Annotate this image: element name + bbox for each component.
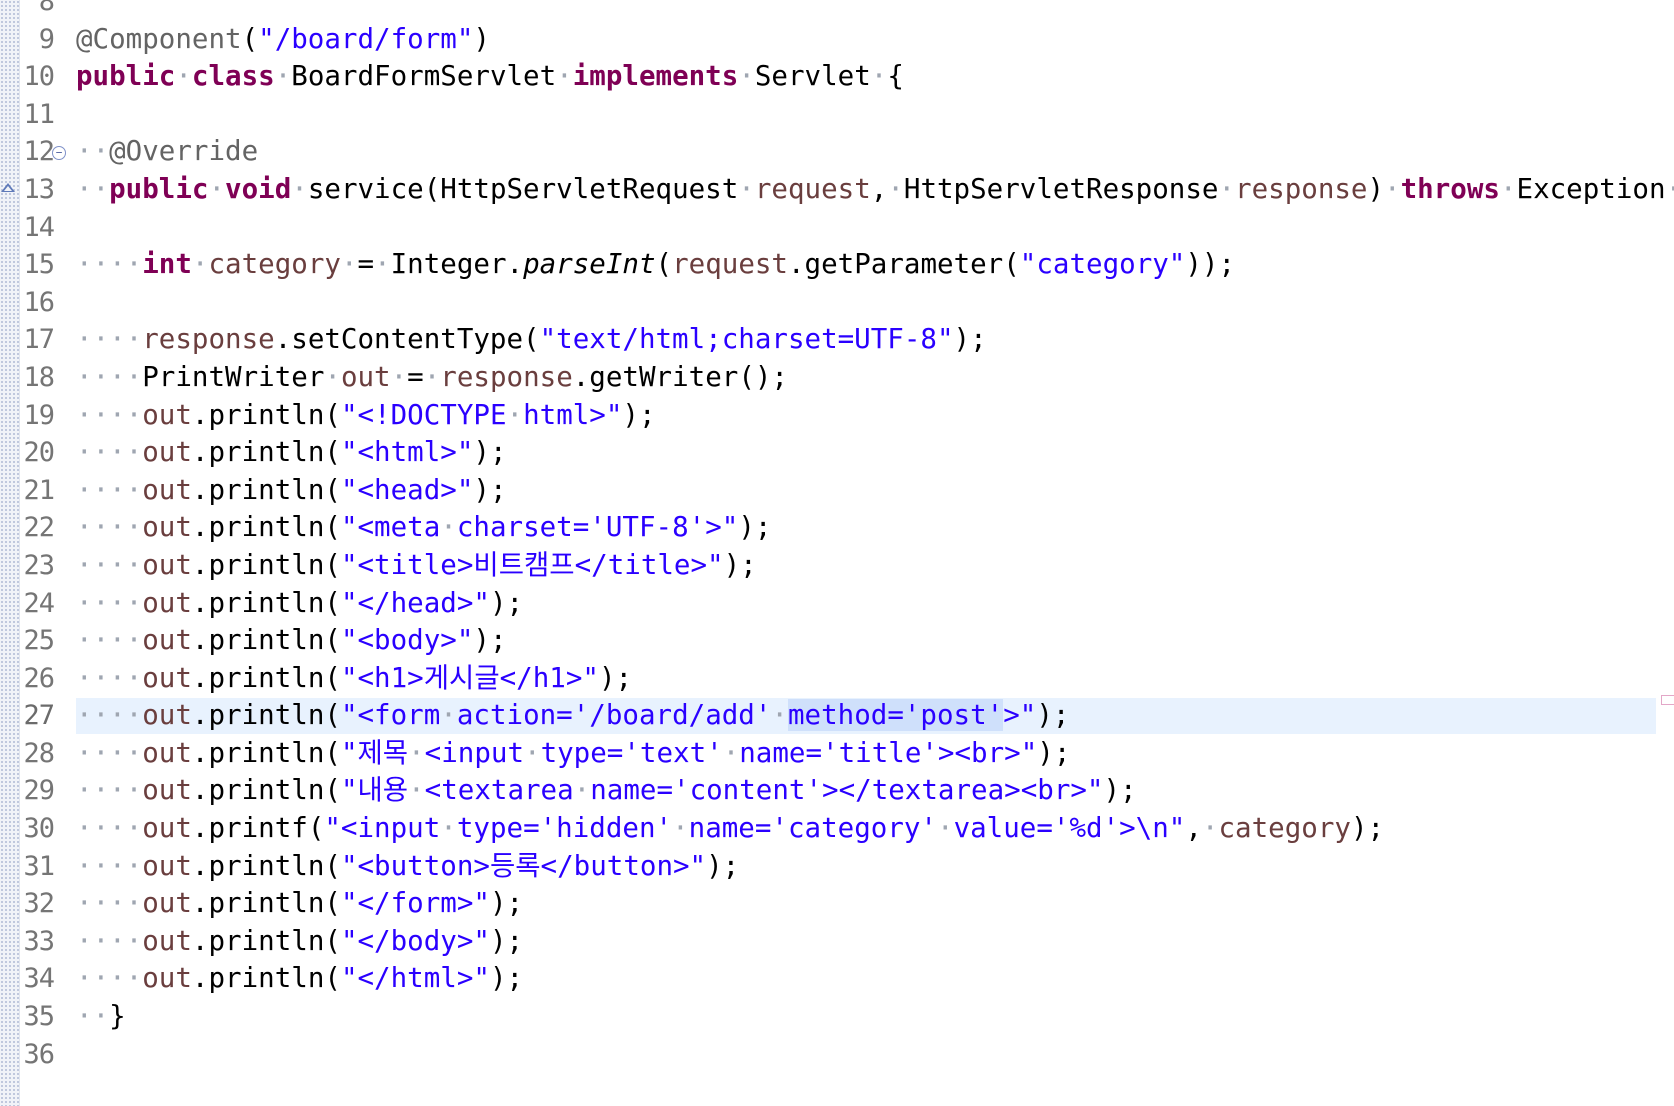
line-number[interactable]: 15	[20, 246, 55, 284]
code-line[interactable]: 16	[0, 284, 1674, 322]
code-line[interactable]: 19 ····out.println("<!DOCTYPE·html>");	[0, 397, 1674, 435]
code-line[interactable]: 29 ····out.println("내용·<textarea·name='co…	[0, 772, 1674, 810]
code-line[interactable]: 24 ····out.println("</head>");	[0, 585, 1674, 623]
line-number[interactable]: 9	[20, 21, 55, 59]
code-text[interactable]: ····out.println("<title>비트캠프</title>");	[76, 547, 757, 585]
line-number[interactable]: 35	[20, 998, 55, 1036]
code-text[interactable]: ····out.println("<head>");	[76, 472, 507, 510]
code-line[interactable]: 9 @Component("/board/form")	[0, 21, 1674, 59]
line-number[interactable]: 33	[20, 923, 55, 961]
code-text[interactable]: ····out.println("내용·<textarea·name='cont…	[76, 772, 1137, 810]
code-text[interactable]: ····out.printf("<input·type='hidden'·nam…	[76, 810, 1384, 848]
code-line[interactable]: 25 ····out.println("<body>");	[0, 622, 1674, 660]
line-number[interactable]: 13	[20, 171, 55, 209]
code-text[interactable]: ····out.println("</form>");	[76, 885, 523, 923]
code-text[interactable]: ····PrintWriter·out·=·response.getWriter…	[76, 359, 788, 397]
line-number[interactable]: 21	[20, 472, 55, 510]
line-number[interactable]: 14	[20, 209, 55, 247]
text-selection: method='post'	[787, 699, 1004, 732]
code-text[interactable]: ····out.println("제목·<input·type='text'·n…	[76, 735, 1070, 773]
code-line[interactable]: 27 ····out.println("<form·action='/board/…	[0, 695, 1674, 735]
code-text[interactable]: @Component("/board/form")	[76, 21, 490, 59]
code-text[interactable]: ····int·category·=·Integer.parseInt(requ…	[76, 246, 1235, 284]
line-number[interactable]: 23	[20, 547, 55, 585]
line-number[interactable]: 29	[20, 772, 55, 810]
line-number[interactable]: 28	[20, 735, 55, 773]
code-line[interactable]: 33 ····out.println("</body>");	[0, 923, 1674, 961]
line-number[interactable]: 12	[20, 133, 55, 171]
overview-ruler-marker[interactable]	[1661, 695, 1674, 706]
code-line[interactable]: 21 ····out.println("<head>");	[0, 472, 1674, 510]
code-line[interactable]: 30 ····out.printf("<input·type='hidden'·n…	[0, 810, 1674, 848]
line-number[interactable]: 24	[20, 585, 55, 623]
code-line[interactable]: 20 ····out.println("<html>");	[0, 434, 1674, 472]
code-line[interactable]: 11	[0, 96, 1674, 134]
code-line[interactable]: 18 ····PrintWriter·out·=·response.getWrit…	[0, 359, 1674, 397]
line-number[interactable]: 8	[20, 0, 55, 21]
code-line[interactable]: 31 ····out.println("<button>등록</button>")…	[0, 848, 1674, 886]
line-number[interactable]: 19	[20, 397, 55, 435]
code-line[interactable]: 14	[0, 209, 1674, 247]
code-text[interactable]: ····out.println("<!DOCTYPE·html>");	[76, 397, 656, 435]
code-area[interactable]: 8 9 @Component("/board/form") 10 public·clas…	[0, 0, 1674, 1073]
code-line[interactable]: 23 ····out.println("<title>비트캠프</title>")…	[0, 547, 1674, 585]
code-text[interactable]: ····out.println("</body>");	[76, 923, 523, 961]
code-text[interactable]: ····out.println("<form·action='/board/ad…	[76, 697, 1069, 735]
line-number[interactable]: 16	[20, 284, 55, 322]
code-line[interactable]: 12− ··@Override	[0, 133, 1674, 171]
line-number[interactable]: 17	[20, 321, 55, 359]
line-number[interactable]: 10	[20, 58, 55, 96]
code-text[interactable]: ····out.println("</html>");	[76, 960, 523, 998]
code-text[interactable]: ····out.println("<html>");	[76, 434, 507, 472]
code-text[interactable]: ····out.println("<h1>게시글</h1>");	[76, 660, 632, 698]
code-editor[interactable]: 8 9 @Component("/board/form") 10 public·clas…	[0, 0, 1674, 1106]
code-line[interactable]: 15 ····int·category·=·Integer.parseInt(re…	[0, 246, 1674, 284]
code-line[interactable]: 26 ····out.println("<h1>게시글</h1>");	[0, 660, 1674, 698]
line-number[interactable]: 22	[20, 509, 55, 547]
code-text[interactable]: ····response.setContentType("text/html;c…	[76, 321, 987, 359]
code-line[interactable]: 10 public·class·BoardFormServlet·implemen…	[0, 58, 1674, 96]
fold-collapse-icon[interactable]: −	[52, 146, 66, 161]
code-line[interactable]: 22 ····out.println("<meta·charset='UTF-8'…	[0, 509, 1674, 547]
line-number[interactable]: 32	[20, 885, 55, 923]
code-line[interactable]: 32 ····out.println("</form>");	[0, 885, 1674, 923]
code-line[interactable]: 13 ··public·void·service(HttpServletReque…	[0, 171, 1674, 209]
code-text[interactable]: ····out.println("</head>");	[76, 585, 523, 623]
line-number[interactable]: 26	[20, 660, 55, 698]
line-number[interactable]: 31	[20, 848, 55, 886]
code-text[interactable]: public·class·BoardFormServlet·implements…	[76, 58, 904, 96]
line-number[interactable]: 25	[20, 622, 55, 660]
code-line[interactable]: 34 ····out.println("</html>");	[0, 960, 1674, 998]
code-line[interactable]: 8	[0, 0, 1674, 21]
code-line[interactable]: 28 ····out.println("제목·<input·type='text'…	[0, 735, 1674, 773]
code-text[interactable]: ····out.println("<body>");	[76, 622, 507, 660]
line-number[interactable]: 27	[20, 697, 55, 735]
line-number[interactable]: 34	[20, 960, 55, 998]
override-indicator-icon[interactable]	[1, 182, 15, 192]
code-text[interactable]: ····out.println("<button>등록</button>");	[76, 848, 739, 886]
line-number[interactable]: 18	[20, 359, 55, 397]
code-text[interactable]: ····out.println("<meta·charset='UTF-8'>"…	[76, 509, 771, 547]
code-text[interactable]: ··public·void·service(HttpServletRequest…	[76, 171, 1674, 209]
line-number[interactable]: 11	[20, 96, 55, 134]
code-line[interactable]: 17 ····response.setContentType("text/html…	[0, 321, 1674, 359]
code-text[interactable]: ··@Override	[76, 133, 258, 171]
code-line[interactable]: 35 ··}	[0, 998, 1674, 1036]
line-number[interactable]: 36	[20, 1036, 55, 1074]
line-number[interactable]: 30	[20, 810, 55, 848]
code-line[interactable]: 36	[0, 1036, 1674, 1074]
code-text[interactable]: ··}	[76, 998, 126, 1036]
line-number[interactable]: 20	[20, 434, 55, 472]
